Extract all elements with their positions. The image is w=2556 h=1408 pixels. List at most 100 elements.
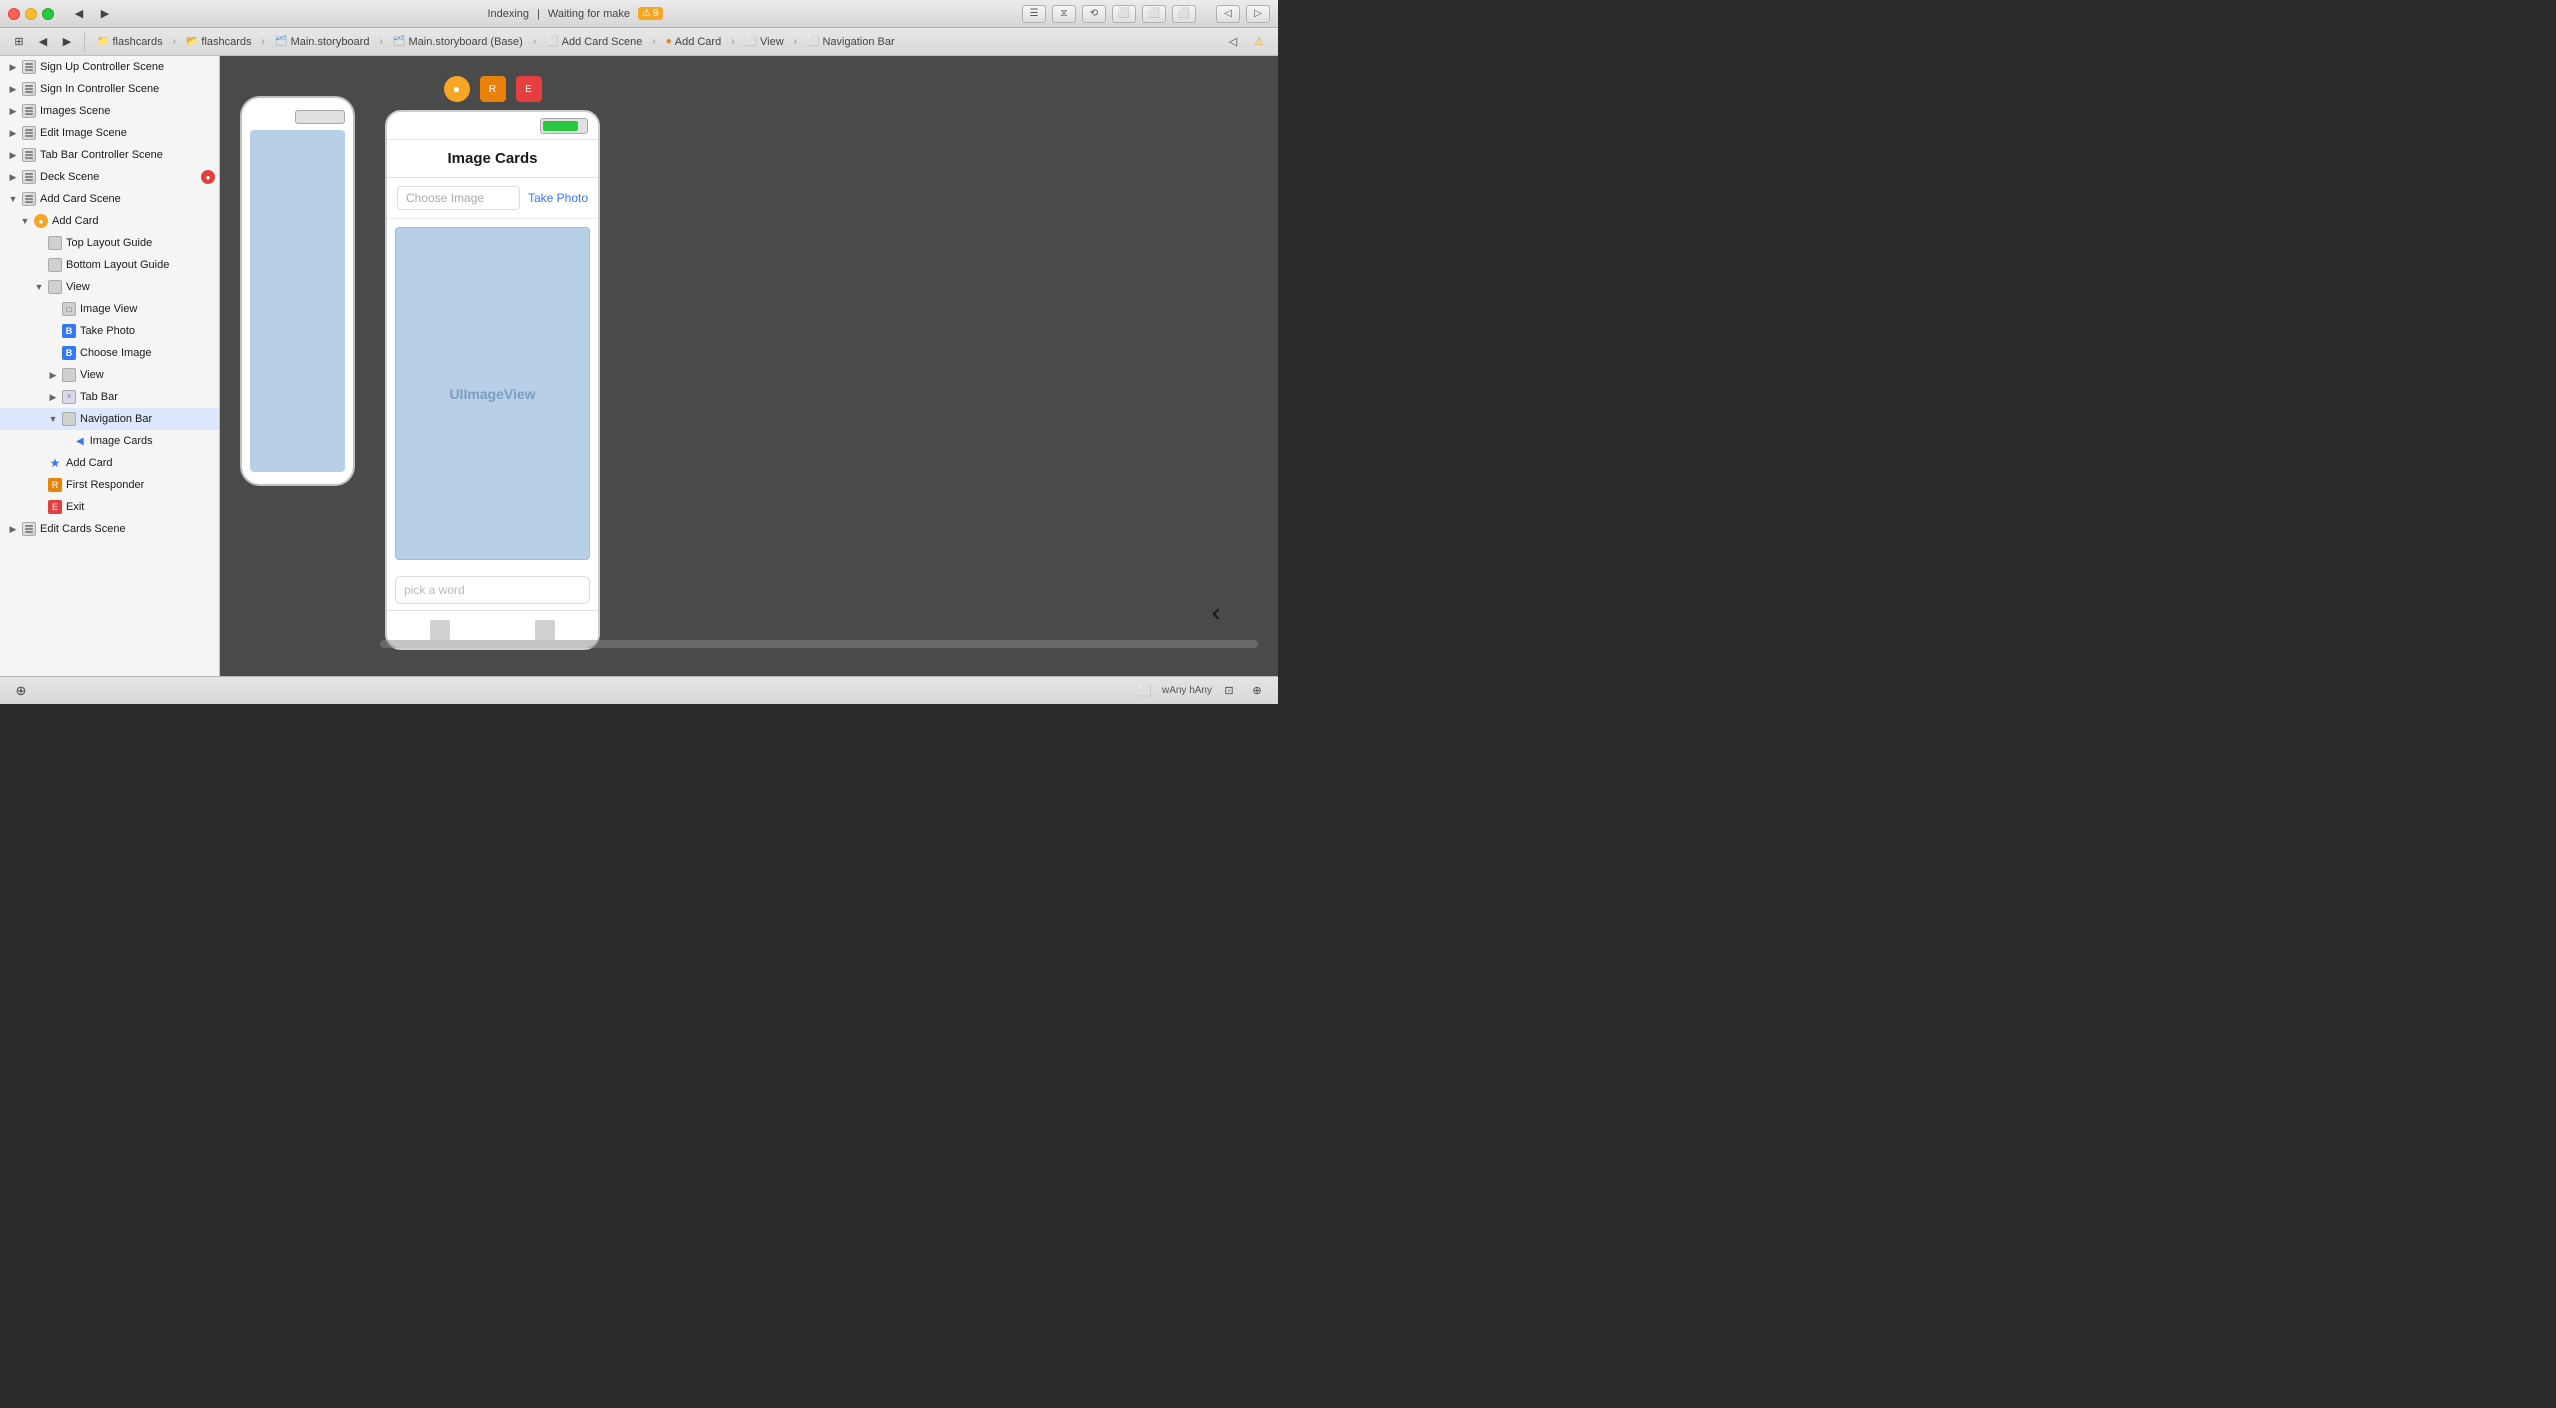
expand-arrow-images[interactable]: ▶ [8, 106, 18, 116]
choose-image-btn[interactable]: Choose Image [397, 186, 520, 210]
back-button[interactable]: ◀ [68, 4, 90, 24]
warning-badge: ⚠ 9 [638, 7, 663, 20]
sidebar-item-top-layout[interactable]: Top Layout Guide [0, 232, 219, 254]
battery-indicator-left [295, 110, 345, 124]
sidebar-item-bottom-layout[interactable]: Bottom Layout Guide [0, 254, 219, 276]
nav-bar-title: Image Cards [447, 150, 537, 167]
expand-arrow-edit-cards[interactable]: ▶ [8, 524, 18, 534]
titlebar-controls: ☰ ⧖ ⟲ ⬜ ⬜ ⬜ ◁ ▷ [1022, 5, 1270, 23]
breadcrumb-flashcards-folder[interactable]: 📂 flashcards [180, 32, 258, 52]
sidebar-item-first-responder[interactable]: R First Responder [0, 474, 219, 496]
sidebar-item-add-card-scene[interactable]: ▼ Add Card Scene [0, 188, 219, 210]
sidebar-item-choose-image[interactable]: B Choose Image [0, 342, 219, 364]
assistant-editor-btn[interactable]: ⬜ [1142, 5, 1166, 23]
sidebar-item-deck[interactable]: ▶ Deck Scene ● [0, 166, 219, 188]
editor-mode-btn[interactable]: ☰ [1022, 5, 1046, 23]
sidebar-item-add-card-ctrl[interactable]: ▼ ● Add Card [0, 210, 219, 232]
top-layout-label: Top Layout Guide [66, 237, 152, 249]
expand-arrow-sign-in[interactable]: ▶ [8, 84, 18, 94]
canvas-inner: ● R E Image Cards [220, 56, 1278, 676]
expand-arrow-deck[interactable]: ▶ [8, 172, 18, 182]
bottom-add-btn[interactable]: ⊕ [10, 681, 32, 701]
sidebar-item-take-photo[interactable]: B Take Photo [0, 320, 219, 342]
sidebar-item-tab-bar[interactable]: ▶ Tab Bar Controller Scene [0, 144, 219, 166]
forward-button[interactable]: ▶ [94, 4, 116, 24]
deck-error-badge: ● [201, 170, 215, 184]
breadcrumb-warning-btn[interactable]: ⚠ [1248, 32, 1270, 52]
grid-view-btn[interactable]: ⊞ [8, 32, 30, 52]
first-responder-icon: R [48, 478, 62, 492]
take-photo-label: Take Photo [80, 325, 135, 337]
sidebar-item-view[interactable]: ▼ View [0, 276, 219, 298]
zoom-btn[interactable]: ⊕ [1246, 681, 1268, 701]
expand-arrow-nav-bar[interactable]: ▼ [48, 414, 58, 424]
image-view-icon: □ [62, 302, 76, 316]
expand-arrow-view[interactable]: ▼ [34, 282, 44, 292]
deck-scene-icon [22, 170, 36, 184]
tab-item-2[interactable] [535, 620, 555, 640]
images-label: Images Scene [40, 105, 110, 117]
breadcrumb-view[interactable]: ⬜ View [739, 32, 790, 52]
tab-bar2-label: Tab Bar [80, 391, 118, 403]
scene-icon-red-box[interactable]: E [516, 76, 542, 102]
sidebar-item-view2[interactable]: ▶ View [0, 364, 219, 386]
sidebar-item-image-cards[interactable]: ◀ Image Cards [0, 430, 219, 452]
expand-arrow-tab-bar2[interactable]: ▶ [48, 392, 58, 402]
version-editor-btn[interactable]: ⬜ [1172, 5, 1196, 23]
sep-1: › [173, 36, 176, 47]
breadcrumb-main-storyboard[interactable]: 🗂 Main.storyboard [269, 32, 376, 52]
layout-toggle-btn[interactable]: ⬜ [1134, 681, 1156, 701]
sidebar-item-sign-in[interactable]: ▶ Sign In Controller Scene [0, 78, 219, 100]
zoom-fit-btn[interactable]: ⊡ [1218, 681, 1240, 701]
navigator-toggle[interactable]: ◁ [1216, 5, 1240, 23]
next-btn[interactable]: ▶ [56, 32, 78, 52]
standard-editor-btn[interactable]: ⬜ [1112, 5, 1136, 23]
sep-5: › [652, 36, 655, 47]
breadcrumb-add-card[interactable]: ● Add Card [660, 32, 728, 52]
horizontal-scrollbar[interactable] [380, 640, 1258, 648]
sidebar-item-nav-bar[interactable]: ▼ Navigation Bar [0, 408, 219, 430]
textfield-container[interactable]: pick a word [395, 576, 590, 604]
images-scene-icon [22, 104, 36, 118]
minimize-button[interactable] [25, 8, 37, 20]
breadcrumb-back-btn[interactable]: ◁ [1222, 32, 1244, 52]
breadcrumb-nav-bar[interactable]: ⬜ Navigation Bar [801, 32, 901, 52]
scene-icon-orange-box[interactable]: R [480, 76, 506, 102]
expand-arrow-tab-bar[interactable]: ▶ [8, 150, 18, 160]
sidebar-item-add-card-obj[interactable]: ★ Add Card [0, 452, 219, 474]
back-fwd-btn[interactable]: ⟲ [1082, 5, 1106, 23]
maximize-button[interactable] [42, 8, 54, 20]
close-button[interactable] [8, 8, 20, 20]
expand-arrow-view2[interactable]: ▶ [48, 370, 58, 380]
inspector-toggle[interactable]: ▷ [1246, 5, 1270, 23]
prev-btn[interactable]: ◀ [32, 32, 54, 52]
nav-bar-mockup: Image Cards [387, 140, 598, 178]
take-photo-btn[interactable]: Take Photo [528, 191, 588, 205]
titlebar: ◀ ▶ Indexing | Waiting for make ⚠ 9 ☰ ⧖ … [0, 0, 1278, 28]
bottom-layout-label: Bottom Layout Guide [66, 259, 169, 271]
sidebar-item-exit[interactable]: E Exit [0, 496, 219, 518]
scene-icon-yellow[interactable]: ● [444, 76, 470, 102]
choose-image-label: Choose Image [80, 347, 152, 359]
expand-arrow-add-card-scene[interactable]: ▼ [8, 194, 18, 204]
sidebar-item-image-view[interactable]: □ Image View [0, 298, 219, 320]
expand-arrow-add-card-ctrl[interactable]: ▼ [20, 216, 30, 226]
sidebar-item-edit-image[interactable]: ▶ Edit Image Scene [0, 122, 219, 144]
canvas-area[interactable]: ● R E Image Cards [220, 56, 1278, 676]
sidebar-item-images[interactable]: ▶ Images Scene [0, 100, 219, 122]
debugger-btn[interactable]: ⧖ [1052, 5, 1076, 23]
breadcrumb-main-storyboard-base[interactable]: 🗂 Main.storyboard (Base) [387, 32, 529, 52]
breadcrumb-flashcards-project[interactable]: 📁 flashcards [91, 32, 169, 52]
sep-6: › [731, 36, 734, 47]
sidebar-item-edit-cards[interactable]: ▶ Edit Cards Scene [0, 518, 219, 540]
sidebar-item-sign-up[interactable]: ▶ Sign Up Controller Scene [0, 56, 219, 78]
traffic-lights [8, 8, 54, 20]
image-cards-label: Image Cards [90, 435, 153, 447]
sign-up-scene-icon [22, 60, 36, 74]
breadcrumb-add-card-scene[interactable]: ⬜ Add Card Scene [540, 32, 648, 52]
sidebar-item-tab-bar2[interactable]: ▶ ≡ Tab Bar [0, 386, 219, 408]
expand-arrow-edit-image[interactable]: ▶ [8, 128, 18, 138]
expand-arrow-sign-up[interactable]: ▶ [8, 62, 18, 72]
tab-item-1[interactable] [430, 620, 450, 640]
uiimageview-label: UIImageView [449, 386, 535, 402]
